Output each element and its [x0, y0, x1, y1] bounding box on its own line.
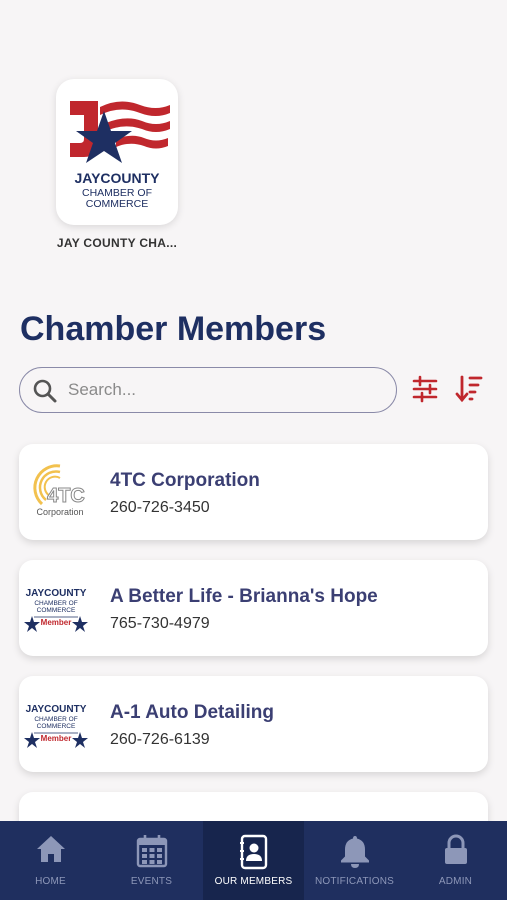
member-name: 4TC Corporation [110, 470, 260, 491]
svg-text:JAYCOUNTY: JAYCOUNTY [26, 704, 87, 715]
search-icon [33, 379, 57, 403]
member-phone: 765-730-4979 [110, 615, 210, 632]
member-phone: 260-726-6139 [110, 731, 210, 748]
tab-admin[interactable]: ADMIN [405, 821, 506, 900]
member-phone: 260-726-3450 [110, 499, 210, 516]
organization-tile[interactable]: JAYCOUNTY CHAMBER OF COMMERCE [56, 79, 178, 225]
member-logo: JAYCOUNTY CHAMBER OF COMMERCE Member [24, 704, 88, 748]
bottom-tab-bar: HOME EVENTS OUR MEMBERS NOTIFICATIONS AD… [0, 821, 507, 900]
member-logo: JAYCOUNTY CHAMBER OF COMMERCE Member [24, 588, 88, 632]
sort-descending-icon [455, 375, 483, 403]
tab-label: HOME [35, 876, 66, 887]
svg-text:COMMERCE: COMMERCE [37, 607, 76, 614]
tab-label: EVENTS [130, 876, 173, 887]
member-name: A-1 Auto Detailing [110, 702, 274, 723]
tab-events[interactable]: EVENTS [101, 821, 202, 900]
search-bar[interactable] [19, 367, 397, 413]
svg-text:CHAMBER OF: CHAMBER OF [34, 600, 77, 607]
organization-name: JAY COUNTY CHA... [56, 236, 178, 250]
jay-county-chamber-logo: JAYCOUNTY CHAMBER OF COMMERCE [70, 101, 170, 210]
svg-text:COMMERCE: COMMERCE [37, 723, 76, 730]
tab-home[interactable]: HOME [0, 821, 101, 900]
bell-icon [340, 836, 369, 868]
tab-label: OUR MEMBERS [214, 876, 293, 887]
page-title: Chamber Members [20, 310, 327, 348]
search-input[interactable] [68, 376, 368, 404]
home-icon [36, 836, 65, 862]
calendar-icon [136, 835, 167, 868]
filter-button[interactable] [412, 375, 438, 408]
sort-button[interactable] [455, 374, 483, 409]
member-card[interactable]: JAYCOUNTY CHAMBER OF COMMERCE Member A-1… [19, 676, 488, 772]
tab-notifications[interactable]: NOTIFICATIONS [304, 821, 405, 900]
svg-text:Member: Member [41, 734, 72, 743]
svg-text:CHAMBER OF: CHAMBER OF [34, 716, 77, 723]
svg-text:Corporation: Corporation [36, 507, 83, 517]
svg-text:JAYCOUNTY: JAYCOUNTY [74, 170, 160, 186]
contacts-icon [239, 834, 267, 870]
svg-text:COMMERCE: COMMERCE [86, 198, 148, 210]
svg-text:4TC: 4TC [47, 485, 85, 507]
tab-our-members[interactable]: OUR MEMBERS [203, 821, 304, 900]
sliders-icon [412, 375, 438, 403]
svg-text:Member: Member [41, 618, 72, 627]
member-logo: 4TC Corporation [33, 464, 85, 517]
svg-text:JAYCOUNTY: JAYCOUNTY [26, 588, 87, 599]
member-card[interactable]: 4TC Corporation 4TC Corporation 260-726-… [19, 444, 488, 540]
member-name: A Better Life - Brianna's Hope [110, 586, 378, 607]
lock-icon [444, 834, 467, 864]
tab-label: NOTIFICATIONS [314, 876, 395, 887]
member-card[interactable]: JAYCOUNTY CHAMBER OF COMMERCE Member A B… [19, 560, 488, 656]
tab-label: ADMIN [438, 876, 473, 887]
